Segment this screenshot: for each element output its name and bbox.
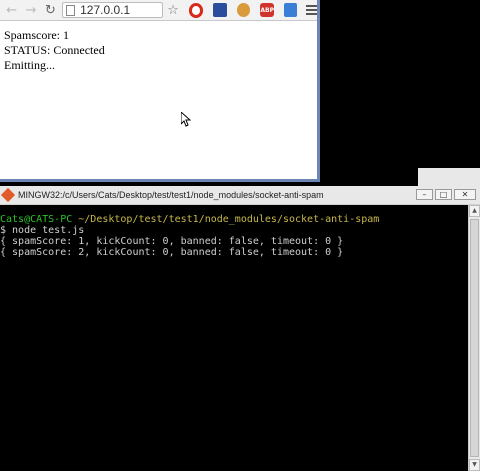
terminal-output[interactable]: Cats@CATS-PC ~/Desktop/test/test1/node_m… bbox=[0, 205, 468, 471]
address-bar[interactable]: 127.0.0.1 bbox=[62, 2, 164, 18]
output-line: { spamScore: 1, kickCount: 0, banned: fa… bbox=[0, 236, 344, 247]
browser-toolbar: ← → ↻ 127.0.0.1 ☆ ABP bbox=[0, 0, 317, 21]
page-content: Spamscore: 1 STATUS: Connected Emitting.… bbox=[0, 21, 317, 80]
command-line: $ node test.js bbox=[0, 225, 85, 236]
git-icon bbox=[0, 187, 16, 203]
terminal-title: MINGW32:/c/Users/Cats/Desktop/test/test1… bbox=[18, 190, 324, 200]
window-controls: – □ ✕ bbox=[416, 189, 476, 200]
blue-ext-icon[interactable] bbox=[213, 3, 227, 17]
opera-icon[interactable] bbox=[188, 2, 204, 18]
minimize-button[interactable]: – bbox=[416, 189, 433, 200]
terminal-titlebar[interactable]: MINGW32:/c/Users/Cats/Desktop/test/test1… bbox=[0, 186, 480, 205]
reload-icon[interactable]: ↻ bbox=[43, 2, 58, 18]
back-arrow-icon[interactable]: ← bbox=[4, 2, 19, 18]
scroll-up-icon[interactable]: ▲ bbox=[469, 205, 480, 217]
forward-arrow-icon[interactable]: → bbox=[23, 2, 38, 18]
address-text: 127.0.0.1 bbox=[80, 3, 131, 17]
prompt-user: Cats@CATS-PC bbox=[0, 214, 73, 225]
page-icon bbox=[66, 4, 76, 16]
mouse-cursor-icon bbox=[181, 112, 191, 127]
abp-icon[interactable]: ABP bbox=[260, 3, 275, 17]
terminal-scrollbar[interactable]: ▲ ▼ bbox=[468, 205, 480, 471]
emitting-text: Emitting... bbox=[4, 58, 55, 72]
lock-icon[interactable] bbox=[284, 3, 298, 17]
spamscore-text: Spamscore: 1 bbox=[4, 28, 69, 42]
background-window-fragment bbox=[418, 168, 480, 186]
scroll-down-icon[interactable]: ▼ bbox=[469, 459, 480, 471]
prompt-path: ~/Desktop/test/test1/node_modules/socket… bbox=[72, 214, 380, 225]
status-text: STATUS: Connected bbox=[4, 43, 105, 57]
terminal-window: MINGW32:/c/Users/Cats/Desktop/test/test1… bbox=[0, 186, 480, 471]
maximize-button[interactable]: □ bbox=[435, 189, 452, 200]
output-line: { spamScore: 2, kickCount: 0, banned: fa… bbox=[0, 247, 344, 258]
cookie-icon[interactable] bbox=[236, 3, 251, 17]
browser-window: ← → ↻ 127.0.0.1 ☆ ABP Spamscore: 1 STATU… bbox=[0, 0, 320, 182]
close-button[interactable]: ✕ bbox=[454, 189, 476, 200]
bookmark-star-icon[interactable]: ☆ bbox=[167, 3, 179, 18]
scroll-thumb[interactable] bbox=[470, 219, 479, 457]
desktop-background bbox=[323, 0, 480, 186]
menu-icon[interactable] bbox=[306, 5, 317, 15]
